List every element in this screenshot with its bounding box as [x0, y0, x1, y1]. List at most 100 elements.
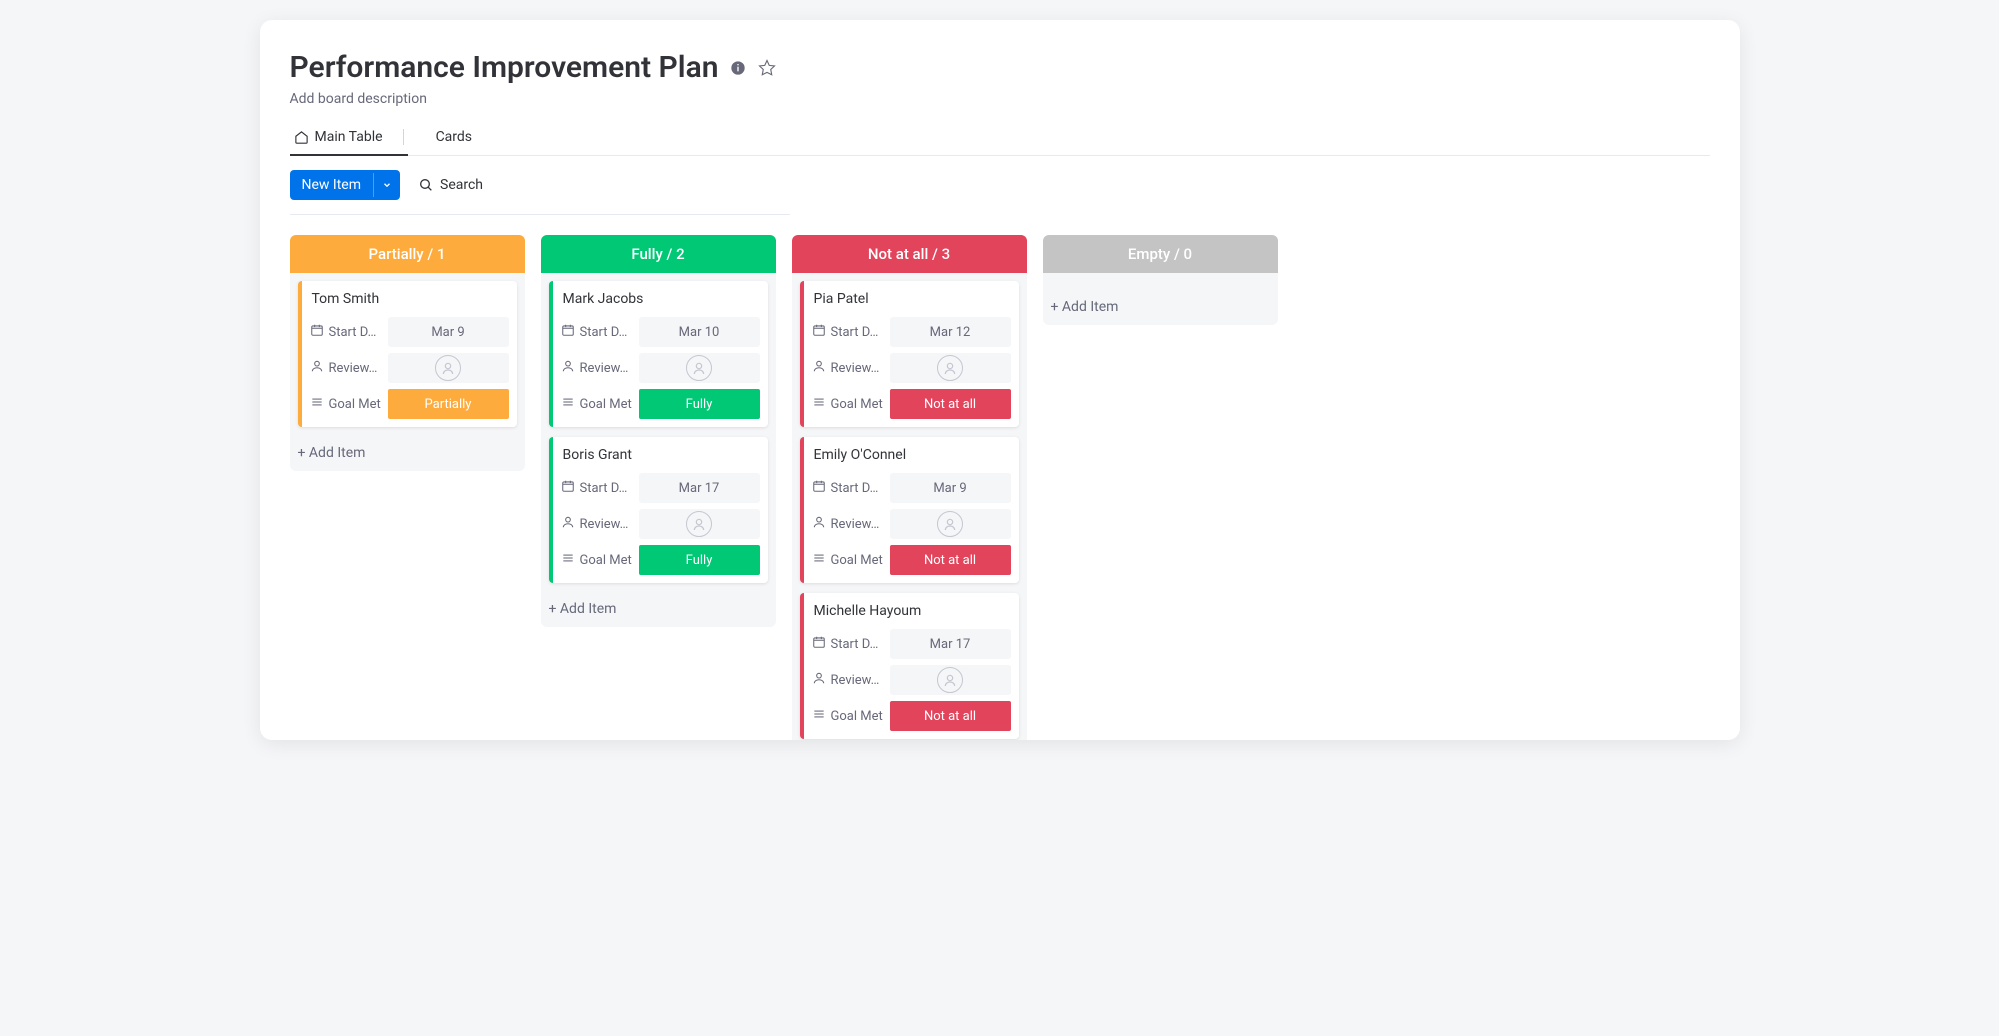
field-label-goal-met: Goal Met [561, 551, 633, 569]
card-title: Mark Jacobs [561, 291, 760, 307]
card-title: Pia Patel [812, 291, 1011, 307]
card-title: Emily O'Connel [812, 447, 1011, 463]
new-item-dropdown[interactable] [373, 173, 400, 197]
person-icon [812, 671, 826, 689]
field-label-reviewer: Review… [812, 515, 884, 533]
column-header[interactable]: Not at all / 3 [792, 235, 1027, 273]
column-body: Tom SmithStart D…Mar 9Review…Goal MetPar… [290, 273, 525, 435]
card-title: Boris Grant [561, 447, 760, 463]
column-header[interactable]: Fully / 2 [541, 235, 776, 273]
card[interactable]: Mark Jacobs Start D… Mar 10 Review… Goal Met… [549, 281, 768, 427]
search-label: Search [440, 177, 483, 193]
field-value-start-date[interactable]: Mar 9 [890, 473, 1011, 503]
avatar-placeholder-icon [937, 511, 963, 537]
calendar-icon [812, 479, 826, 497]
list-icon [561, 551, 575, 569]
field-value-reviewer[interactable] [639, 509, 760, 539]
field-label-reviewer: Review… [561, 359, 633, 377]
field-label-reviewer: Review… [561, 515, 633, 533]
calendar-icon [812, 635, 826, 653]
new-item-label: New Item [290, 170, 374, 200]
field-value-start-date[interactable]: Mar 12 [890, 317, 1011, 347]
avatar-placeholder-icon [686, 511, 712, 537]
column-header[interactable]: Partially / 1 [290, 235, 525, 273]
new-item-button[interactable]: New Item [290, 170, 401, 200]
field-label-start-date: Start D… [561, 479, 633, 497]
card[interactable]: Boris Grant Start D… Mar 17 Review… Goal Met… [549, 437, 768, 583]
field-label-reviewer: Review… [812, 359, 884, 377]
field-label-goal-met: Goal Met [561, 395, 633, 413]
field-value-start-date[interactable]: Mar 17 [639, 473, 760, 503]
person-icon [561, 515, 575, 533]
search-control[interactable]: Search [418, 177, 483, 193]
tab-divider [403, 129, 404, 145]
field-status-goal-met[interactable]: Partially [388, 389, 509, 419]
field-status-goal-met[interactable]: Not at all [890, 545, 1011, 575]
avatar-placeholder-icon [937, 355, 963, 381]
info-icon[interactable] [730, 60, 746, 76]
card[interactable]: Pia PatelStart D…Mar 12Review…Goal MetNo… [800, 281, 1019, 427]
column-body: Mark Jacobs Start D… Mar 10 Review… Goal Met… [541, 273, 776, 591]
card-title: Michelle Hayoum [812, 603, 1011, 619]
field-label-reviewer: Review… [812, 671, 884, 689]
list-icon [310, 395, 324, 413]
calendar-icon [812, 323, 826, 341]
add-item-button[interactable]: + Add Item [290, 435, 525, 471]
field-label-start-date: Start D… [310, 323, 382, 341]
field-label-goal-met: Goal Met [812, 551, 884, 569]
add-item-button[interactable]: + Add Item [1043, 289, 1278, 325]
tab-main-table-label: Main Table [315, 129, 383, 145]
board-title: Performance Improvement Plan [290, 50, 719, 85]
field-label-start-date: Start D… [812, 635, 884, 653]
column-body: Pia Patel Start D… Mar 12 Review… Goal Met No… [792, 273, 1027, 740]
person-icon [561, 359, 575, 377]
column-header[interactable]: Empty / 0 [1043, 235, 1278, 273]
field-value-start-date[interactable]: Mar 10 [639, 317, 760, 347]
board-header: Performance Improvement Plan Add board d… [290, 50, 1710, 107]
add-item-button[interactable]: + Add Item [541, 591, 776, 627]
list-icon [812, 551, 826, 569]
field-value-reviewer[interactable] [639, 353, 760, 383]
board-description[interactable]: Add board description [290, 91, 1710, 107]
kanban-column-empty: Empty / 0 + Add Item [1043, 235, 1278, 325]
field-status-goal-met[interactable]: Not at all [890, 701, 1011, 731]
tabs-row: Main Table Cards [290, 121, 1710, 156]
field-value-reviewer[interactable] [890, 353, 1011, 383]
field-label-start-date: Start D… [812, 323, 884, 341]
card[interactable]: Tom SmithStart D…Mar 9Review…Goal MetPar… [298, 281, 517, 427]
person-icon [812, 359, 826, 377]
avatar-placeholder-icon [937, 667, 963, 693]
tab-main-table[interactable]: Main Table [290, 121, 408, 155]
board-container: Performance Improvement Plan Add board d… [260, 20, 1740, 740]
kanban-columns: Partially / 1 Tom Smith Start D… Mar 9 Revie… [290, 235, 1710, 740]
field-value-reviewer[interactable] [388, 353, 509, 383]
field-value-reviewer[interactable] [890, 665, 1011, 695]
field-label-start-date: Start D… [812, 479, 884, 497]
person-icon [812, 515, 826, 533]
card-title: Tom Smith [310, 291, 509, 307]
kanban-column-notatall: Not at all / 3 Pia Patel Start D… Mar 12 Rev… [792, 235, 1027, 740]
kanban-column-partially: Partially / 1Tom SmithStart D…Mar 9Revie… [290, 235, 525, 471]
field-value-reviewer[interactable] [890, 509, 1011, 539]
avatar-placeholder-icon [435, 355, 461, 381]
calendar-icon [561, 479, 575, 497]
avatar-placeholder-icon [686, 355, 712, 381]
field-status-goal-met[interactable]: Fully [639, 545, 760, 575]
field-value-start-date[interactable]: Mar 17 [890, 629, 1011, 659]
calendar-icon [310, 323, 324, 341]
kanban-column-fully: Fully / 2 Mark Jacobs Start D… Mar 10 Review… [541, 235, 776, 627]
list-icon [812, 707, 826, 725]
field-status-goal-met[interactable]: Fully [639, 389, 760, 419]
card[interactable]: Michelle HayoumStart D…Mar 17Review…Goal… [800, 593, 1019, 739]
controls-row: New Item Search [290, 170, 790, 215]
card[interactable]: Emily O'Connel Start D… Mar 9 Review… Goal M… [800, 437, 1019, 583]
list-icon [561, 395, 575, 413]
star-icon[interactable] [758, 59, 776, 77]
field-label-goal-met: Goal Met [310, 395, 382, 413]
field-status-goal-met[interactable]: Not at all [890, 389, 1011, 419]
list-icon [812, 395, 826, 413]
tab-cards[interactable]: Cards [432, 121, 476, 155]
calendar-icon [561, 323, 575, 341]
field-value-start-date[interactable]: Mar 9 [388, 317, 509, 347]
field-label-start-date: Start D… [561, 323, 633, 341]
